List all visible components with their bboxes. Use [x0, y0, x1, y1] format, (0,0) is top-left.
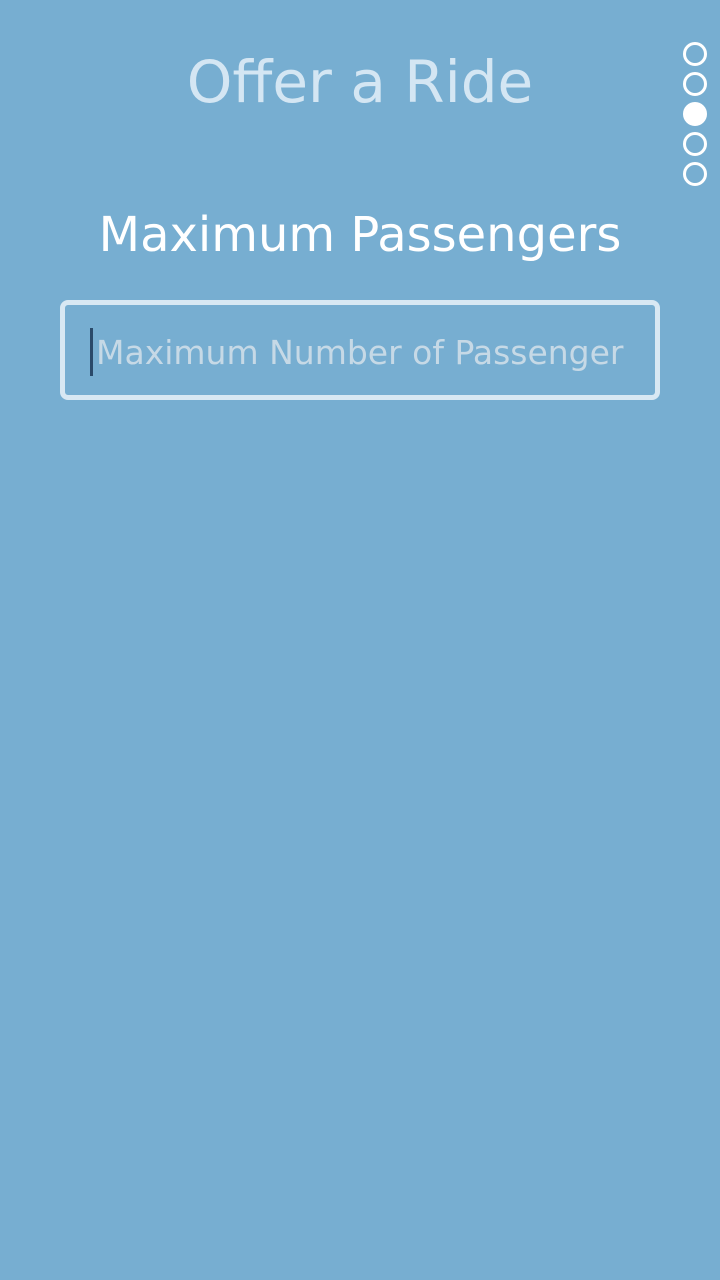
step-indicator — [683, 42, 707, 192]
step-dot-4[interactable] — [683, 132, 707, 156]
step-dot-3-active[interactable] — [683, 102, 707, 126]
max-passengers-field[interactable] — [60, 300, 660, 400]
max-passengers-input[interactable] — [90, 327, 641, 377]
step-dot-5[interactable] — [683, 162, 707, 186]
step-dot-1[interactable] — [683, 42, 707, 66]
section-heading: Maximum Passengers — [98, 207, 622, 263]
step-dot-2[interactable] — [683, 72, 707, 96]
page-title: Offer a Ride — [186, 48, 534, 116]
offer-ride-screen: Offer a Ride Maximum Passengers — [0, 0, 720, 1280]
